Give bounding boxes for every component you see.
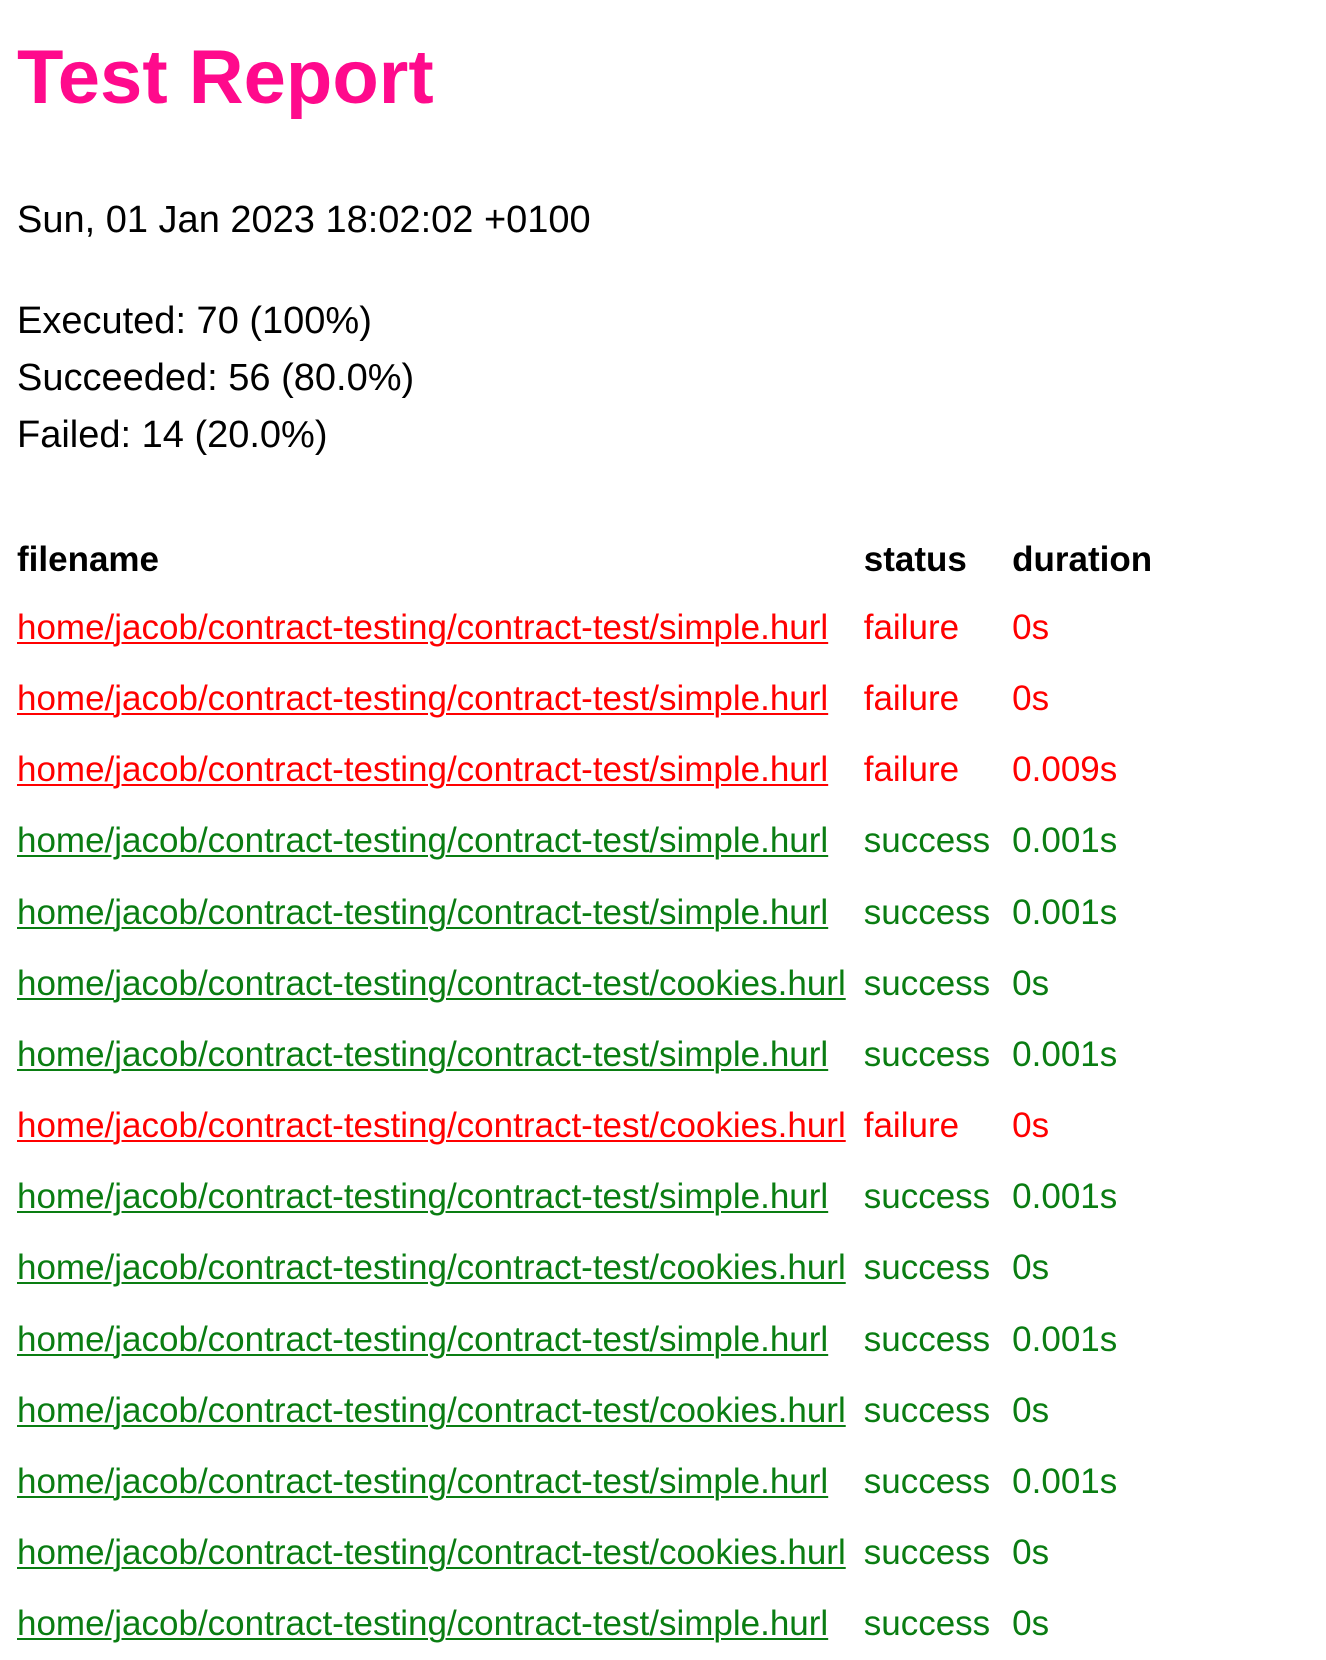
table-row: home/jacob/contract-testing/contract-tes… [17,663,1168,734]
executed-count: Executed: 70 (100%) [17,300,372,343]
filename-cell: home/jacob/contract-testing/contract-tes… [17,1091,860,1162]
duration-cell: 0.001s [1012,1319,1118,1359]
status-cell: success [863,1177,991,1217]
report-page: Test Report Sun, 01 Jan 2023 18:02:02 +0… [0,0,1326,1660]
duration-cell: 0.001s [1012,892,1118,932]
filename-link[interactable]: home/jacob/contract-testing/contract-tes… [17,1106,846,1145]
table-row: home/jacob/contract-testing/contract-tes… [17,1304,1168,1375]
table-header-row: filename status duration [17,528,1168,592]
duration-cell: 0.001s [1012,821,1118,861]
status-cell: failure [863,678,960,718]
filename-link[interactable]: home/jacob/contract-testing/contract-tes… [17,964,846,1003]
table-row: home/jacob/contract-testing/contract-tes… [17,1233,1168,1304]
status-cell: success [863,1034,991,1074]
table-row: home/jacob/contract-testing/contract-tes… [17,806,1168,877]
succeeded-count: Succeeded: 56 (80.0%) [17,357,415,400]
filename-link[interactable]: home/jacob/contract-testing/contract-tes… [17,608,828,647]
filename-header: filename [17,540,159,580]
duration-cell: 0s [1012,1248,1050,1288]
duration-cell: 0s [1012,963,1050,1003]
filename-cell: home/jacob/contract-testing/contract-tes… [17,1233,860,1304]
status-cell: success [863,1390,991,1430]
status-cell: success [863,1533,991,1573]
filename-link[interactable]: home/jacob/contract-testing/contract-tes… [17,679,828,718]
filename-link[interactable]: home/jacob/contract-testing/contract-tes… [17,893,828,932]
report-date: Sun, 01 Jan 2023 18:02:02 +0100 [17,198,591,241]
filename-cell: home/jacob/contract-testing/contract-tes… [17,1589,860,1660]
filename-cell: home/jacob/contract-testing/contract-tes… [17,592,860,663]
filename-link[interactable]: home/jacob/contract-testing/contract-tes… [17,1462,828,1501]
filename-cell: home/jacob/contract-testing/contract-tes… [17,1446,860,1517]
table-row: home/jacob/contract-testing/contract-tes… [17,1019,1168,1090]
filename-link[interactable]: home/jacob/contract-testing/contract-tes… [17,821,828,860]
table-row: home/jacob/contract-testing/contract-tes… [17,877,1168,948]
failed-count: Failed: 14 (20.0%) [17,414,328,457]
duration-cell: 0s [1012,1106,1050,1146]
duration-cell: 0s [1012,607,1050,647]
table-row: home/jacob/contract-testing/contract-tes… [17,1589,1168,1660]
duration-cell: 0.009s [1012,750,1118,790]
filename-cell: home/jacob/contract-testing/contract-tes… [17,1162,860,1233]
status-cell: failure [863,750,960,790]
filename-cell: home/jacob/contract-testing/contract-tes… [17,663,860,734]
filename-link[interactable]: home/jacob/contract-testing/contract-tes… [17,1177,828,1216]
duration-cell: 0s [1012,1604,1050,1644]
duration-cell: 0s [1012,1533,1050,1573]
status-header: status [863,540,967,580]
table-row: home/jacob/contract-testing/contract-tes… [17,1375,1168,1446]
filename-cell: home/jacob/contract-testing/contract-tes… [17,948,860,1019]
duration-cell: 0s [1012,678,1050,718]
duration-cell: 0.001s [1012,1177,1118,1217]
filename-link[interactable]: home/jacob/contract-testing/contract-tes… [17,1533,846,1572]
table-row: home/jacob/contract-testing/contract-tes… [17,592,1168,663]
duration-header: duration [1012,540,1153,580]
filename-link[interactable]: home/jacob/contract-testing/contract-tes… [17,1604,828,1643]
status-cell: failure [863,607,960,647]
table-row: home/jacob/contract-testing/contract-tes… [17,1162,1168,1233]
filename-link[interactable]: home/jacob/contract-testing/contract-tes… [17,1320,828,1359]
table-row: home/jacob/contract-testing/contract-tes… [17,1446,1168,1517]
filename-cell: home/jacob/contract-testing/contract-tes… [17,877,860,948]
results-body: home/jacob/contract-testing/contract-tes… [17,592,1168,1660]
filename-cell: home/jacob/contract-testing/contract-tes… [17,735,860,806]
status-cell: success [863,1248,991,1288]
status-cell: success [863,821,991,861]
filename-cell: home/jacob/contract-testing/contract-tes… [17,1518,860,1589]
status-cell: success [863,892,991,932]
table-row: home/jacob/contract-testing/contract-tes… [17,735,1168,806]
duration-cell: 0.001s [1012,1462,1118,1502]
duration-cell: 0s [1012,1390,1050,1430]
filename-link[interactable]: home/jacob/contract-testing/contract-tes… [17,1035,828,1074]
results-table: filename status duration home/jacob/cont… [13,528,1172,1660]
filename-link[interactable]: home/jacob/contract-testing/contract-tes… [17,1248,846,1287]
status-cell: success [863,1319,991,1359]
status-cell: failure [863,1106,960,1146]
filename-link[interactable]: home/jacob/contract-testing/contract-tes… [17,750,828,789]
status-cell: success [863,1604,991,1644]
table-row: home/jacob/contract-testing/contract-tes… [17,948,1168,1019]
status-cell: success [863,1462,991,1502]
filename-cell: home/jacob/contract-testing/contract-tes… [17,806,860,877]
table-row: home/jacob/contract-testing/contract-tes… [17,1518,1168,1589]
summary: Executed: 70 (100%) Succeeded: 56 (80.0%… [17,293,1309,464]
duration-cell: 0.001s [1012,1034,1118,1074]
page-title: Test Report [17,35,434,120]
filename-cell: home/jacob/contract-testing/contract-tes… [17,1304,860,1375]
status-cell: success [863,963,991,1003]
table-row: home/jacob/contract-testing/contract-tes… [17,1091,1168,1162]
filename-link[interactable]: home/jacob/contract-testing/contract-tes… [17,1391,846,1430]
filename-cell: home/jacob/contract-testing/contract-tes… [17,1019,860,1090]
filename-cell: home/jacob/contract-testing/contract-tes… [17,1375,860,1446]
